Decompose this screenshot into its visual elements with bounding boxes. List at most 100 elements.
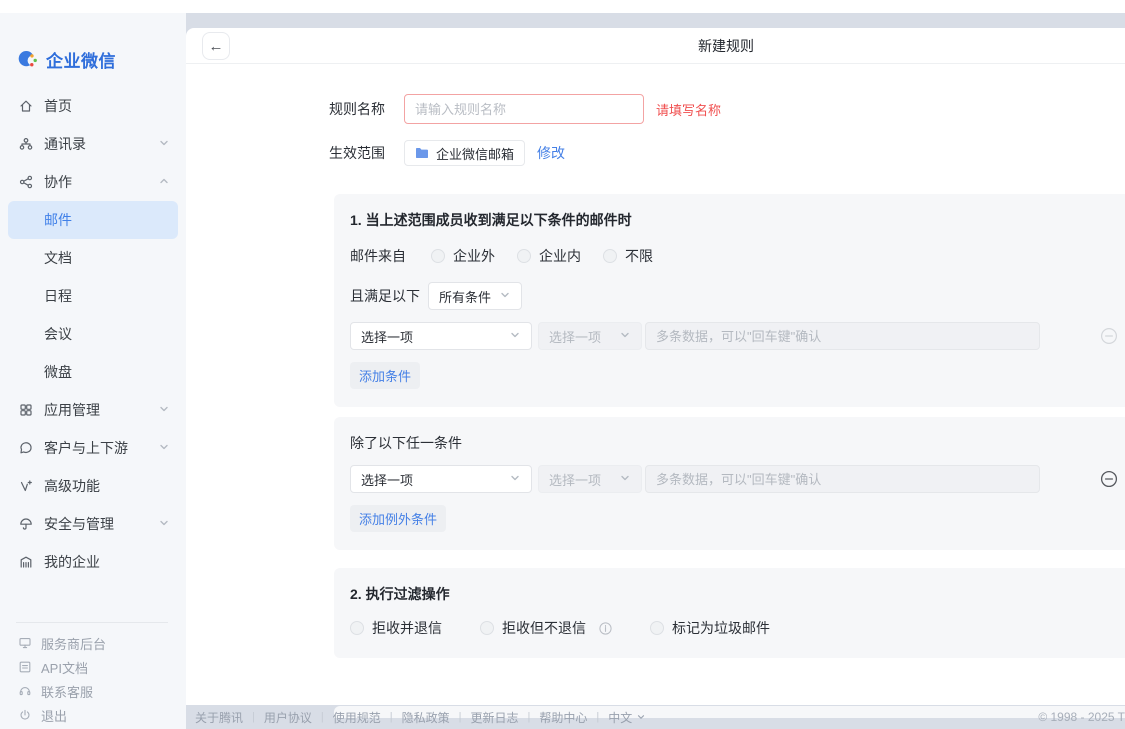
sidebar-item-api-docs[interactable]: API文档 bbox=[0, 655, 186, 679]
filter-action-title: 2. 执行过滤操作 bbox=[350, 584, 1125, 604]
minus-circle-icon bbox=[1100, 327, 1118, 345]
condition-operator-select[interactable]: 选择一项 bbox=[538, 322, 642, 350]
match-mode-select[interactable]: 所有条件 bbox=[428, 282, 522, 310]
sparkle-wand-icon bbox=[18, 478, 34, 494]
chevron-down-icon bbox=[158, 516, 170, 532]
add-exception-button[interactable]: 添加例外条件 bbox=[350, 505, 446, 532]
exception-value-input[interactable] bbox=[645, 465, 1040, 493]
umbrella-icon bbox=[18, 516, 34, 532]
radio-reject-and-bounce[interactable]: 拒收并退信 bbox=[350, 618, 442, 638]
chevron-down-icon bbox=[158, 440, 170, 456]
scope-row: 生效范围 企业微信邮箱 修改 bbox=[329, 140, 1125, 166]
apps-grid-icon bbox=[18, 402, 34, 418]
document-icon bbox=[18, 660, 32, 674]
sidebar-item-app-management[interactable]: 应用管理 bbox=[8, 391, 178, 429]
radio-icon bbox=[517, 249, 531, 263]
wecom-logo[interactable]: 企业微信 bbox=[0, 13, 186, 77]
rule-name-error: 请填写名称 bbox=[656, 100, 721, 119]
mail-from-row: 邮件来自 企业外 企业内 不限 bbox=[350, 246, 1125, 266]
condition-row: 选择一项 选择一项 bbox=[350, 322, 1125, 350]
sidebar-item-my-company[interactable]: 我的企业 bbox=[8, 543, 178, 581]
chevron-down-icon bbox=[499, 289, 511, 304]
mail-from-options: 企业外 企业内 不限 bbox=[431, 246, 653, 266]
building-icon bbox=[18, 554, 34, 570]
wecom-logo-icon bbox=[17, 48, 39, 70]
monitor-icon bbox=[18, 636, 32, 650]
sidebar-item-customers[interactable]: 客户与上下游 bbox=[8, 429, 178, 467]
sidebar-item-collaboration[interactable]: 协作 bbox=[8, 163, 178, 201]
footer-link-help-center[interactable]: 帮助中心 bbox=[539, 709, 587, 726]
sidebar-item-logout[interactable]: 退出 bbox=[0, 703, 186, 727]
footer-copyright: © 1998 - 2025 T bbox=[1038, 710, 1125, 724]
radio-icon bbox=[480, 621, 494, 635]
filter-action-options: 拒收并退信 拒收但不退信 标记为垃圾邮件 bbox=[350, 618, 1125, 638]
chevron-down-icon bbox=[158, 136, 170, 152]
sidebar-item-contacts[interactable]: 通讯录 bbox=[8, 125, 178, 163]
scope-label: 生效范围 bbox=[329, 143, 386, 163]
panel-header: ← 新建规则 bbox=[186, 28, 1125, 64]
power-icon bbox=[18, 708, 32, 722]
sidebar-item-meeting[interactable]: 会议 bbox=[8, 315, 178, 353]
sidebar-item-schedule[interactable]: 日程 bbox=[8, 277, 178, 315]
sidebar-item-advanced-features[interactable]: 高级功能 bbox=[8, 467, 178, 505]
sidebar-item-home[interactable]: 首页 bbox=[8, 87, 178, 125]
main-panel: ← 新建规则 规则名称 请填写名称 生效范围 企业微信邮箱 修改 bbox=[186, 28, 1125, 705]
chat-bubble-icon bbox=[18, 440, 34, 456]
sidebar-utility: 服务商后台 API文档 联系客服 退出 bbox=[0, 622, 186, 729]
sidebar-item-mail[interactable]: 邮件 bbox=[8, 201, 178, 239]
sidebar-item-drive[interactable]: 微盘 bbox=[8, 353, 178, 391]
match-mode-label: 且满足以下 bbox=[350, 286, 420, 306]
exception-condition-row: 选择一项 选择一项 bbox=[350, 465, 1125, 493]
remove-condition-button[interactable] bbox=[1100, 327, 1118, 345]
mail-from-label: 邮件来自 bbox=[350, 246, 406, 266]
chevron-down-icon bbox=[158, 402, 170, 418]
footer-link-user-agreement[interactable]: 用户协议 bbox=[264, 709, 312, 726]
modify-scope-link[interactable]: 修改 bbox=[537, 143, 565, 163]
footer-link-usage-rules[interactable]: 使用规范 bbox=[333, 709, 381, 726]
condition-value-input[interactable] bbox=[645, 322, 1040, 350]
footer-link-changelog[interactable]: 更新日志 bbox=[471, 709, 519, 726]
radio-mail-from-external[interactable]: 企业外 bbox=[431, 246, 495, 266]
wecom-logo-text: 企业微信 bbox=[46, 47, 116, 72]
remove-exception-button[interactable] bbox=[1100, 470, 1118, 488]
chevron-down-icon bbox=[509, 329, 521, 344]
sidebar-item-docs[interactable]: 文档 bbox=[8, 239, 178, 277]
radio-icon bbox=[650, 621, 664, 635]
rule-name-row: 规则名称 请填写名称 bbox=[329, 94, 1125, 124]
rule-name-input[interactable] bbox=[404, 94, 644, 124]
filter-action-card: 2. 执行过滤操作 拒收并退信 拒收但不退信 bbox=[334, 568, 1125, 658]
collaboration-icon bbox=[18, 174, 34, 190]
page-title: 新建规则 bbox=[186, 28, 1125, 64]
radio-mail-from-internal[interactable]: 企业内 bbox=[517, 246, 581, 266]
chevron-down-icon bbox=[619, 329, 631, 344]
radio-icon bbox=[603, 249, 617, 263]
add-condition-button[interactable]: 添加条件 bbox=[350, 362, 420, 389]
chevron-down-icon bbox=[619, 472, 631, 487]
exceptions-card: 除了以下任一条件 选择一项 选择一项 bbox=[334, 417, 1125, 550]
condition-field-select[interactable]: 选择一项 bbox=[350, 322, 532, 350]
conditions-card-title: 1. 当上述范围成员收到满足以下条件的邮件时 bbox=[350, 210, 1125, 230]
headset-icon bbox=[18, 684, 32, 698]
wecom-admin-app: 企业微信 首页 通讯录 协作 bbox=[0, 0, 1125, 729]
contacts-icon bbox=[18, 136, 34, 152]
sidebar-nav: 首页 通讯录 协作 邮件 bbox=[0, 77, 186, 581]
footer-link-privacy[interactable]: 隐私政策 bbox=[402, 709, 450, 726]
radio-mail-from-any[interactable]: 不限 bbox=[603, 246, 653, 266]
sidebar: 企业微信 首页 通讯录 协作 bbox=[0, 13, 186, 729]
rule-form: 规则名称 请填写名称 生效范围 企业微信邮箱 修改 1. 当上述范围成员收到满足… bbox=[186, 64, 1125, 718]
radio-reject-no-bounce[interactable]: 拒收但不退信 bbox=[480, 618, 612, 638]
sidebar-item-support[interactable]: 联系客服 bbox=[0, 679, 186, 703]
sidebar-item-security[interactable]: 安全与管理 bbox=[8, 505, 178, 543]
rule-name-label: 规则名称 bbox=[329, 99, 386, 119]
sidebar-item-service-provider[interactable]: 服务商后台 bbox=[0, 631, 186, 655]
footer-link-about[interactable]: 关于腾讯 bbox=[195, 709, 243, 726]
minus-circle-icon bbox=[1100, 470, 1118, 488]
exceptions-card-title: 除了以下任一条件 bbox=[350, 433, 1125, 453]
folder-icon bbox=[415, 147, 429, 159]
exception-operator-select[interactable]: 选择一项 bbox=[538, 465, 642, 493]
info-icon[interactable] bbox=[599, 622, 612, 635]
footer-language-selector[interactable]: 中文 bbox=[608, 709, 646, 726]
exception-field-select[interactable]: 选择一项 bbox=[350, 465, 532, 493]
radio-mark-as-spam[interactable]: 标记为垃圾邮件 bbox=[650, 618, 770, 638]
page-footer: 关于腾讯 | 用户协议 | 使用规范 | 隐私政策 | 更新日志 | 帮助中心 … bbox=[186, 705, 1125, 729]
